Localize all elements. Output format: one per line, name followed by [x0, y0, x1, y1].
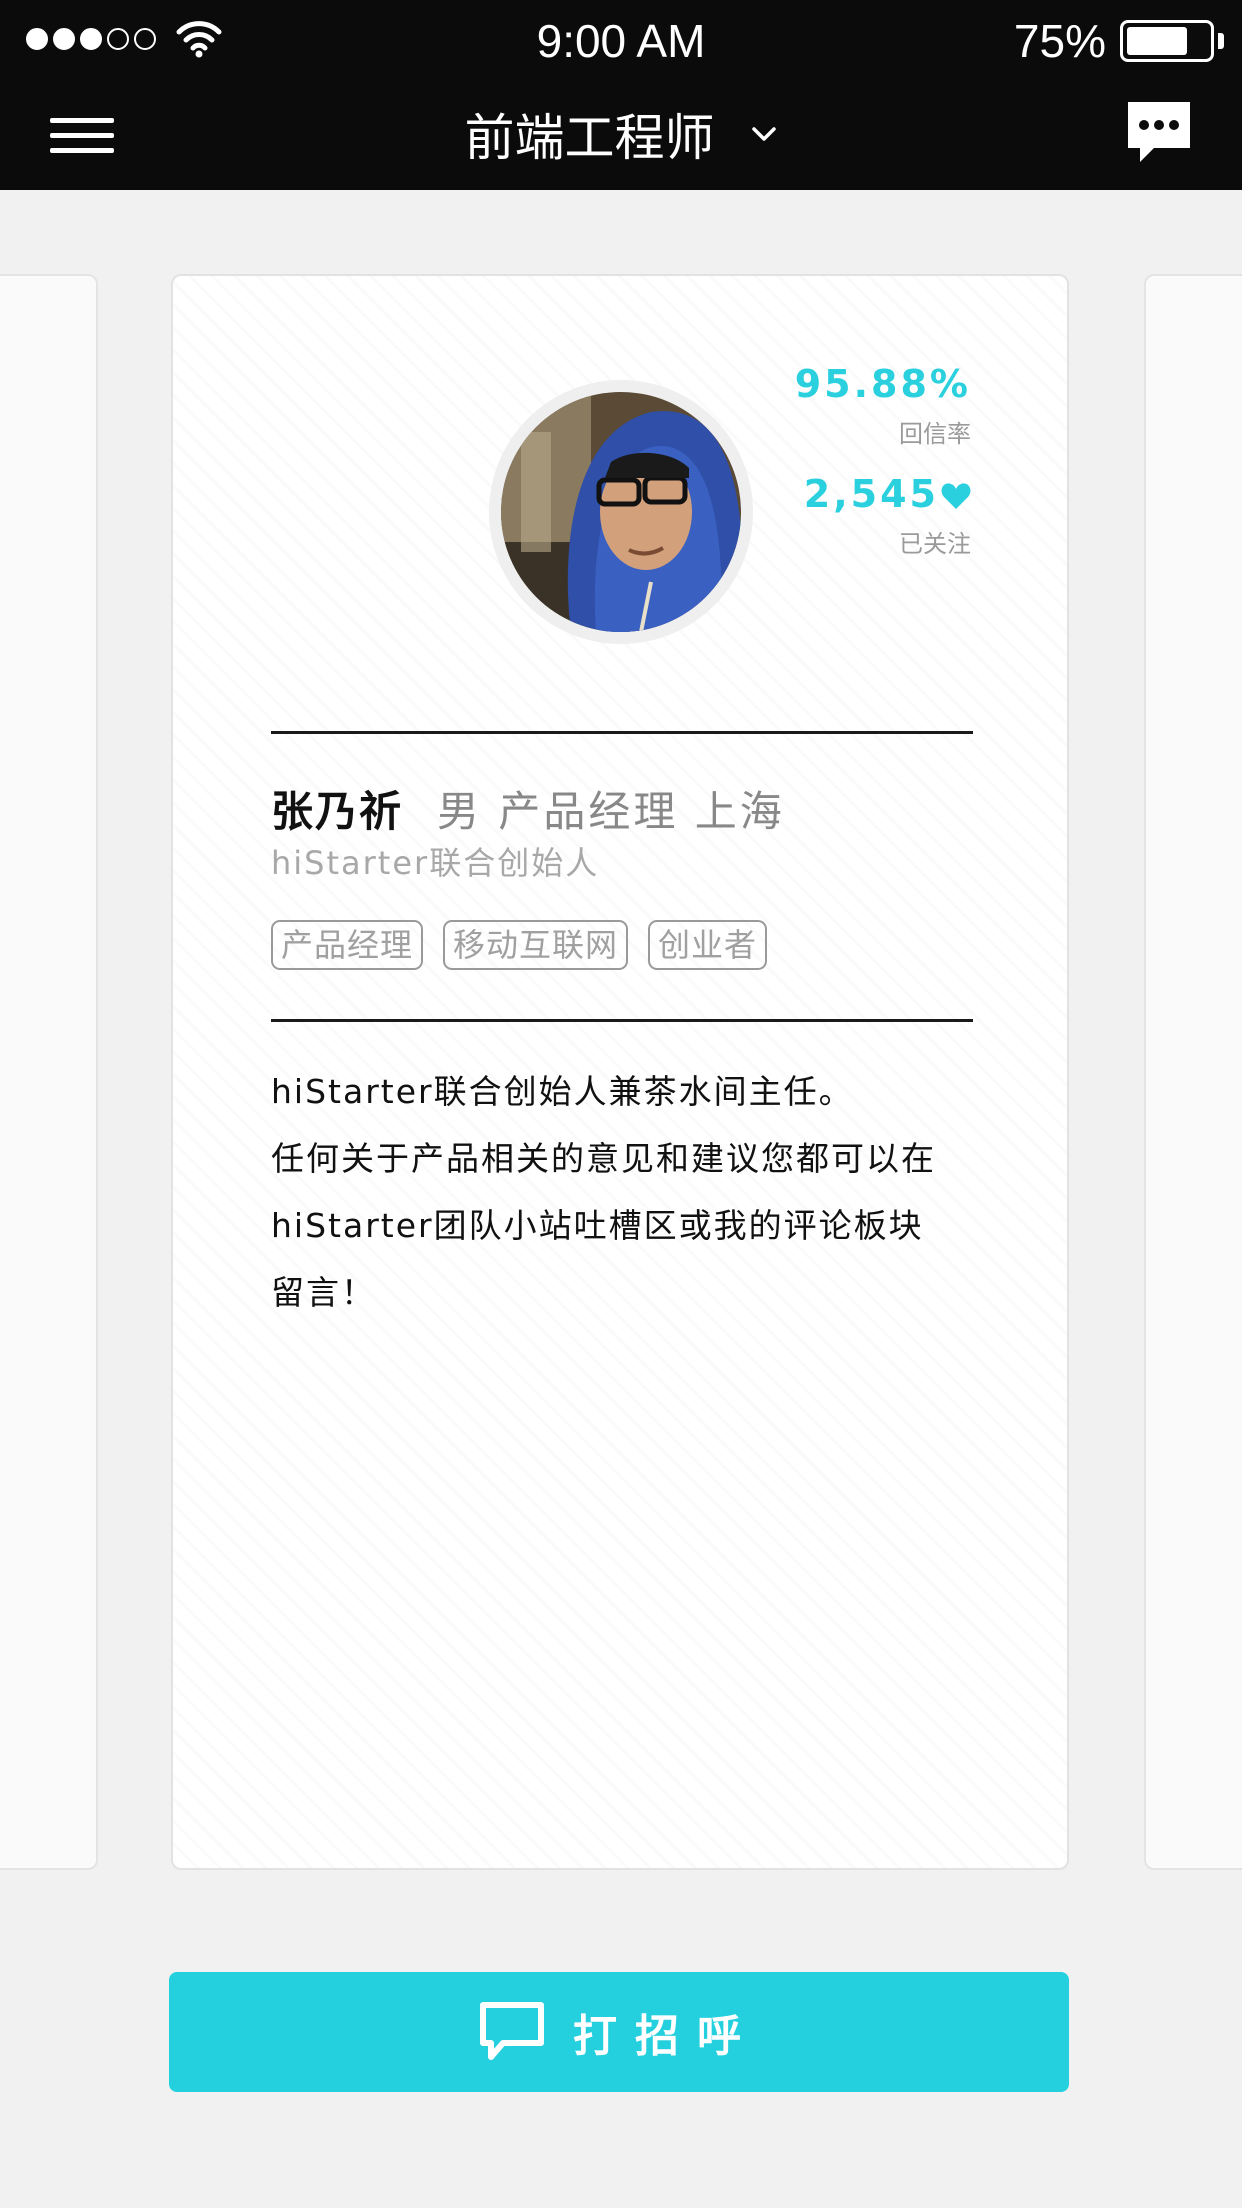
nav-title: 前端工程师	[464, 109, 715, 167]
battery-percent: 75%	[1013, 15, 1106, 67]
status-bar: 9:00 AM 75%	[0, 0, 1242, 80]
divider-top	[271, 731, 973, 734]
chat-bubble-icon	[480, 2002, 544, 2060]
profile-name: 张乃祈	[271, 787, 404, 836]
profile-card[interactable]: 95.88% 回信率 2,545 已关注 张乃祈男 产品经理 上海 hiStar…	[171, 274, 1069, 1870]
followers-value: 2,545	[803, 472, 939, 516]
nav-bar: 前端工程师	[0, 80, 1242, 190]
reply-rate-stat: 95.88% 回信率	[795, 362, 971, 449]
reply-rate-label: 回信率	[899, 420, 971, 448]
tag-list: 产品经理 移动互联网 创业者	[271, 920, 768, 970]
bio-line: hiStarter团队小站吐槽区或我的评论板块	[271, 1206, 924, 1245]
reply-rate-value: 95.88%	[794, 362, 971, 406]
followers-label: 已关注	[899, 530, 971, 558]
say-hello-label: 打招呼	[573, 2011, 759, 2062]
say-hello-button[interactable]: 打招呼	[169, 1972, 1069, 2092]
tag[interactable]: 移动互联网	[443, 920, 629, 970]
tag[interactable]: 产品经理	[271, 920, 424, 970]
profile-subtitle: hiStarter联合创始人	[271, 844, 600, 882]
heart-icon[interactable]	[941, 482, 971, 510]
profile-heading: 张乃祈男 产品经理 上海	[271, 778, 785, 839]
avatar-photo	[501, 392, 741, 632]
followers-stat: 2,545 已关注	[804, 472, 971, 559]
next-card[interactable]	[1144, 274, 1242, 1870]
messages-icon[interactable]	[1126, 100, 1192, 166]
profile-bio: hiStarter联合创始人兼茶水间主任。 任何关于产品相关的意见和建议您都可以…	[271, 1058, 981, 1326]
chevron-down-icon	[751, 127, 776, 141]
tag[interactable]: 创业者	[648, 920, 768, 970]
profile-meta: 男 产品经理 上海	[437, 787, 785, 836]
bio-line: 任何关于产品相关的意见和建议您都可以在	[271, 1139, 936, 1178]
battery-icon	[1120, 20, 1214, 62]
divider-bottom	[271, 1019, 973, 1022]
bio-line: hiStarter联合创始人兼茶水间主任。	[271, 1072, 854, 1111]
nav-title-dropdown[interactable]: 前端工程师	[0, 98, 1242, 170]
avatar[interactable]	[489, 380, 753, 644]
bio-line: 留言！	[271, 1273, 376, 1312]
previous-card[interactable]	[0, 274, 98, 1870]
